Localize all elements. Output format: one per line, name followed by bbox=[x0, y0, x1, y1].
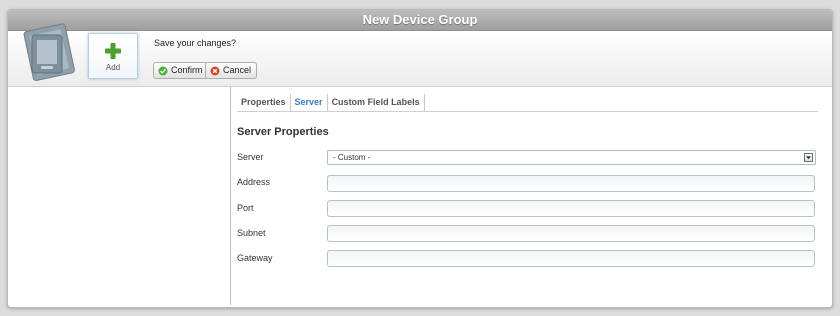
plus-icon bbox=[105, 43, 121, 59]
section-title: Server Properties bbox=[237, 126, 329, 138]
confirm-button[interactable]: Confirm bbox=[153, 62, 209, 79]
subnet-input[interactable] bbox=[327, 225, 815, 242]
check-icon bbox=[158, 66, 168, 75]
cancel-button[interactable]: Cancel bbox=[205, 62, 258, 79]
port-input[interactable] bbox=[327, 200, 815, 217]
address-input[interactable] bbox=[327, 175, 815, 192]
device-group-icon bbox=[23, 23, 75, 81]
port-label: Port bbox=[237, 203, 254, 213]
toolbar: Add Save your changes? Confirm Cancel bbox=[8, 23, 832, 87]
dialog-window: New Device Group Add Save your changes? bbox=[7, 9, 833, 308]
server-select-value: - Custom - bbox=[333, 153, 371, 162]
add-button[interactable]: Add bbox=[88, 33, 138, 79]
gateway-label: Gateway bbox=[237, 253, 273, 263]
cancel-label: Cancel bbox=[223, 65, 252, 75]
tab-bar: Properties Server Custom Field Labels bbox=[237, 94, 818, 112]
server-select[interactable]: - Custom - bbox=[327, 150, 816, 165]
confirm-label: Confirm bbox=[171, 65, 203, 75]
close-icon bbox=[210, 66, 220, 75]
address-label: Address bbox=[237, 177, 271, 187]
add-label: Add bbox=[105, 63, 121, 72]
tab-server[interactable]: Server bbox=[291, 94, 328, 111]
dialog-title: New Device Group bbox=[8, 10, 832, 31]
save-prompt: Save your changes? bbox=[154, 38, 237, 48]
tab-properties[interactable]: Properties bbox=[237, 94, 291, 111]
gateway-input[interactable] bbox=[327, 250, 815, 267]
chevron-down-icon[interactable] bbox=[804, 153, 813, 162]
subnet-label: Subnet bbox=[237, 228, 266, 238]
pane-divider bbox=[230, 87, 231, 305]
tab-custom-field-labels[interactable]: Custom Field Labels bbox=[328, 94, 425, 111]
server-label: Server bbox=[237, 152, 264, 162]
